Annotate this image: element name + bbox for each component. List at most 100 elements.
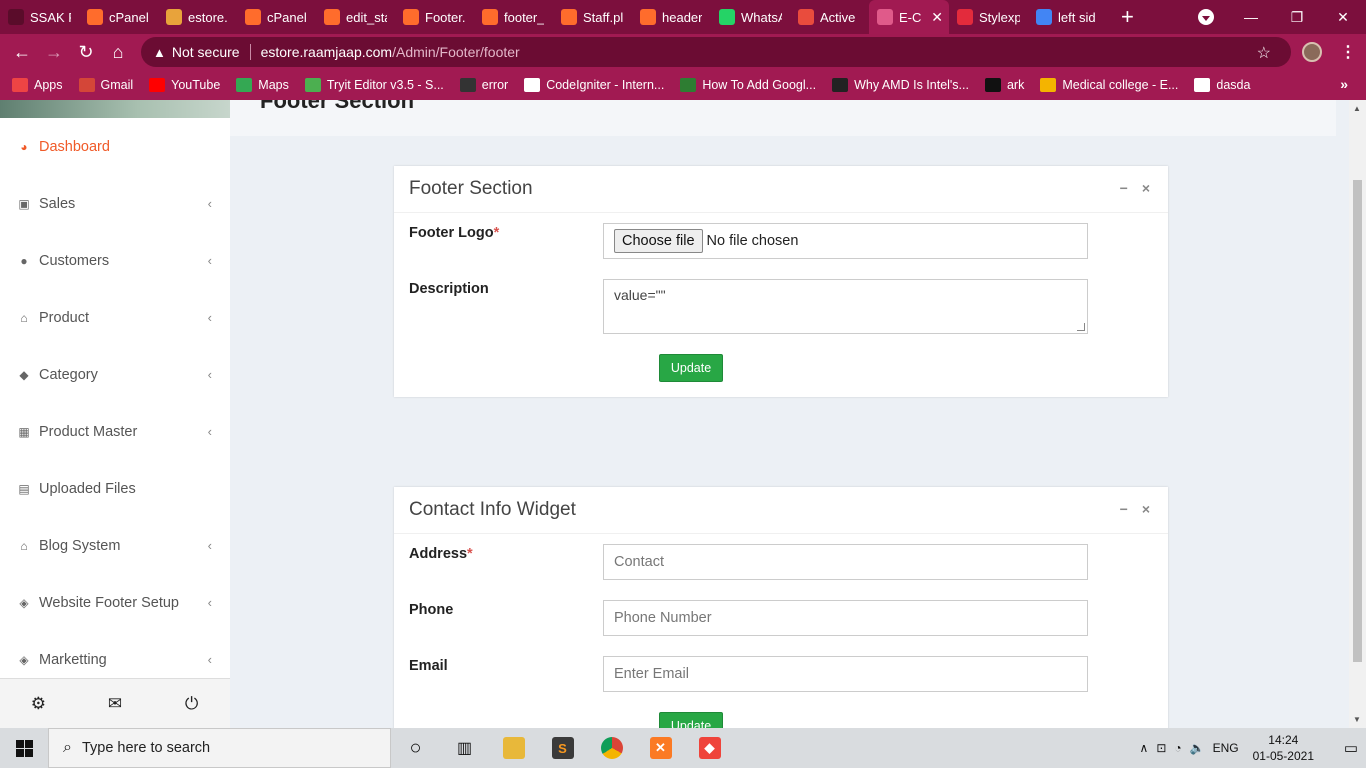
browser-tab[interactable]: estore. — [158, 0, 237, 34]
bookmarks-overflow-icon[interactable]: » — [1340, 76, 1348, 92]
bookmark-favicon-icon — [1194, 78, 1211, 92]
scroll-up-icon[interactable]: ▲ — [1353, 104, 1361, 113]
scroll-down-icon[interactable]: ▼ — [1353, 715, 1361, 724]
bookmark-item[interactable]: Apps — [12, 78, 63, 92]
browser-tab[interactable]: cPanel — [237, 0, 316, 34]
language-indicator[interactable]: ENG — [1213, 741, 1239, 755]
notification-icon[interactable]: ▭ — [1336, 739, 1366, 757]
cpanel-icon — [245, 9, 261, 25]
address-input[interactable]: Contact — [603, 544, 1088, 580]
cortana-icon[interactable]: ○ — [391, 728, 440, 768]
description-textarea[interactable]: value="" — [603, 279, 1088, 334]
browser-tab[interactable]: header — [632, 0, 711, 34]
forward-icon[interactable]: → — [38, 42, 70, 63]
bookmark-item[interactable]: Medical college - E... — [1040, 78, 1178, 92]
page-scrollbar[interactable]: ▲ ▼ — [1349, 100, 1366, 728]
home-icon[interactable]: ⌂ — [102, 42, 134, 63]
tray-expand-icon[interactable]: ∧ — [1140, 741, 1149, 755]
bookmark-star-icon[interactable]: ☆ — [1257, 43, 1271, 63]
back-icon[interactable]: ← — [6, 42, 38, 63]
power-icon[interactable]: ⏻ — [172, 694, 212, 714]
restore-icon[interactable]: ❐ — [1274, 9, 1320, 26]
reload-icon[interactable]: ↻ — [70, 42, 102, 63]
bookmark-label: Why AMD Is Intel's... — [854, 78, 969, 92]
close-icon[interactable]: × — [1142, 180, 1150, 196]
envelope-icon[interactable]: ✉ — [95, 694, 135, 714]
browser-tab[interactable]: SSAK P — [0, 0, 79, 34]
close-window-icon[interactable]: ✕ — [1320, 9, 1366, 26]
taskbar-search[interactable]: ⌕ Type here to search — [48, 728, 391, 768]
update-footer-button[interactable]: Update — [659, 354, 723, 382]
bookmark-item[interactable]: Tryit Editor v3.5 - S... — [304, 78, 444, 92]
collapse-icon[interactable]: − — [1120, 501, 1128, 517]
browser-tab[interactable]: edit_sta — [316, 0, 395, 34]
volume-icon[interactable]: 🔈 — [1190, 741, 1205, 755]
sublime-text-icon[interactable]: S — [538, 728, 587, 768]
close-tab-icon[interactable]: ✕ — [931, 9, 943, 26]
minimize-icon[interactable]: — — [1228, 9, 1274, 25]
bookmark-item[interactable]: Why AMD Is Intel's... — [832, 78, 969, 92]
sidebar-item-product-master[interactable]: ▦ Product Master ‹ — [0, 403, 230, 460]
bookmark-item[interactable]: dasda — [1194, 78, 1250, 92]
xampp-icon[interactable]: ✕ — [636, 728, 685, 768]
sidebar-item-product[interactable]: ⌂ Product ‹ — [0, 289, 230, 346]
browser-menu-icon[interactable]: ⋮ — [1340, 42, 1356, 62]
close-icon[interactable]: × — [1142, 501, 1150, 517]
tab-title: SSAK P — [30, 9, 71, 25]
window-controls: — ❐ ✕ — [1228, 0, 1366, 34]
wifi-icon[interactable]: ◔ — [1174, 741, 1181, 755]
browser-tab[interactable]: WhatsA — [711, 0, 790, 34]
network-icon[interactable]: ⊡ — [1156, 741, 1166, 755]
browser-tab[interactable]: Staff.pl — [553, 0, 632, 34]
bookmark-item[interactable]: YouTube — [149, 78, 220, 92]
bookmark-item[interactable]: Maps — [236, 78, 289, 92]
clock[interactable]: 14:24 01-05-2021 — [1253, 732, 1314, 764]
description-row: Description value="" — [394, 269, 1168, 344]
bookmark-item[interactable]: ark — [984, 78, 1024, 92]
email-input[interactable]: Enter Email — [603, 656, 1088, 692]
scroll-thumb[interactable] — [1353, 180, 1362, 662]
sidebar-item-label: Uploaded Files — [39, 480, 136, 497]
profile-avatar[interactable] — [1302, 42, 1322, 62]
collapse-icon[interactable]: − — [1120, 180, 1128, 196]
tab-title: edit_sta — [346, 9, 387, 25]
update-contact-button[interactable]: Update — [659, 712, 723, 728]
sidebar-item-label: Marketting — [39, 651, 107, 668]
address-bar[interactable]: ▲ Not secure estore.raamjaap.com/Admin/F… — [141, 37, 1291, 67]
start-button[interactable] — [0, 739, 48, 757]
bookmark-item[interactable]: Gmail — [78, 78, 133, 92]
gear-icon[interactable]: ⚙ — [18, 694, 58, 714]
task-view-icon[interactable]: ▥ — [440, 728, 489, 768]
card-tools: − × — [1120, 501, 1150, 517]
bookmark-item[interactable]: How To Add Googl... — [680, 78, 816, 92]
sidebar-item-customers[interactable]: ● Customers ‹ — [0, 232, 230, 289]
browser-tab[interactable]: footer_ — [474, 0, 553, 34]
file-explorer-icon[interactable] — [489, 728, 538, 768]
basket-icon: ⌂ — [20, 310, 28, 325]
basket-icon: ⌂ — [20, 538, 28, 553]
browser-tab[interactable]: left sid — [1028, 0, 1107, 34]
choose-file-button[interactable]: Choose file — [614, 229, 703, 253]
new-tab-icon[interactable]: + — [1121, 4, 1141, 30]
phone-input[interactable]: Phone Number — [603, 600, 1088, 636]
sidebar-item-uploaded-files[interactable]: ▤ Uploaded Files — [0, 460, 230, 517]
browser-tab[interactable]: Stylexp — [949, 0, 1028, 34]
footer-logo-file-input[interactable]: Choose file No file chosen — [603, 223, 1088, 259]
bookmark-item[interactable]: CodeIgniter - Intern... — [524, 78, 664, 92]
browser-tab[interactable]: Footer. — [395, 0, 474, 34]
sidebar-item-label: Product — [39, 309, 89, 326]
sidebar-item-website-footer-setup[interactable]: ◈ Website Footer Setup ‹ — [0, 574, 230, 631]
browser-tab[interactable]: E-C ✕ — [869, 0, 949, 34]
anydesk-icon[interactable]: ◆ — [685, 728, 734, 768]
browser-tab[interactable]: Active — [790, 0, 869, 34]
sidebar-item-sales[interactable]: ▣ Sales ‹ — [0, 175, 230, 232]
sidebar-item-category[interactable]: ◆ Category ‹ — [0, 346, 230, 403]
tab-search-button[interactable] — [1198, 9, 1214, 25]
sidebar-item-dashboard[interactable]: ◕ Dashboard — [0, 118, 230, 175]
url-path: /Admin/Footer/footer — [392, 44, 520, 60]
chrome-icon[interactable] — [587, 728, 636, 768]
bookmark-item[interactable]: error — [459, 78, 508, 92]
sidebar-item-blog-system[interactable]: ⌂ Blog System ‹ — [0, 517, 230, 574]
resize-grip-icon[interactable] — [1077, 323, 1085, 331]
browser-tab[interactable]: cPanel — [79, 0, 158, 34]
